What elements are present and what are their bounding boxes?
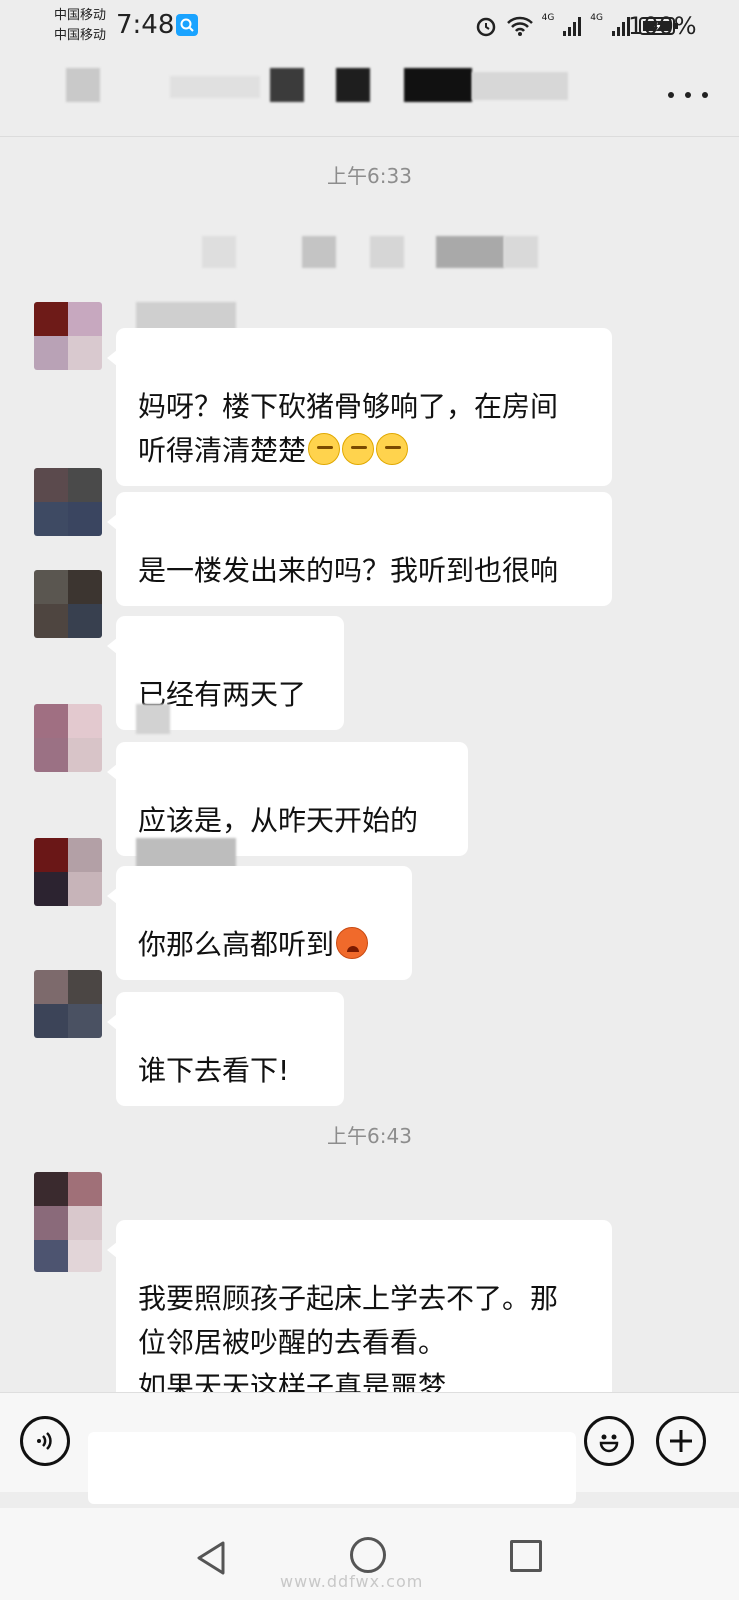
message-timestamp: 上午6:43 [327,1124,412,1148]
message-text: 谁下去看下! [138,1054,290,1087]
voice-icon [37,1432,52,1450]
voice-input-button[interactable] [20,1416,70,1466]
wifi-icon [506,16,533,36]
censored-title-part [270,68,304,102]
watermark: www.ddfwx.com [280,1572,424,1591]
avatar[interactable] [34,838,102,906]
censored-title-part [170,76,260,98]
header-divider [0,136,739,137]
message-bubble[interactable]: 谁下去看下! [107,992,344,1106]
censored-back-area[interactable] [66,68,100,102]
censored-title-part [472,72,568,100]
add-button[interactable] [656,1416,706,1466]
more-dot-icon [668,92,674,98]
sweat-emoji [342,433,375,465]
carrier-1: 中国移动 [54,8,107,23]
hot-face-emoji [336,927,369,959]
signal-icon-1 [563,17,582,36]
message-text: 是一楼发出来的吗？我听到也很响 [138,554,559,587]
message-bubble[interactable]: 你那么高都听到 [107,866,412,980]
sweat-emoji [308,433,341,465]
search-app-icon [176,14,198,36]
avatar[interactable] [34,570,102,638]
message-timestamp: 上午6:33 [327,164,412,188]
carrier-2: 中国移动 [54,28,107,43]
nav-back-icon[interactable] [195,1540,227,1576]
avatar[interactable] [34,970,102,1038]
more-dot-icon [685,92,691,98]
plus-icon [670,1430,692,1452]
more-dot-icon [702,92,708,98]
emoji-button[interactable] [584,1416,634,1466]
censored-title-part [336,68,370,102]
censored-sender-name [136,704,170,734]
carrier-labels: 中国移动 中国移动 [54,6,106,46]
alarm-icon [476,17,495,37]
avatar[interactable] [34,704,102,772]
message-text: 你那么高都听到 [138,928,335,961]
network-type-1: 4G [541,13,555,23]
message-bubble[interactable]: 妈呀？楼下砍猪骨够响了，在房间 听得清清楚楚 [107,328,612,486]
censored-sender-name [136,838,236,868]
chat-header [0,56,739,136]
status-time: 7:48 [116,10,175,40]
battery-percentage: 100% [628,12,697,40]
smiley-icon [599,1434,619,1453]
message-input[interactable] [88,1432,576,1504]
nav-home-icon[interactable] [350,1537,386,1573]
censored-title-part [404,68,472,102]
sweat-emoji [376,433,409,465]
nav-recents-icon[interactable] [510,1540,542,1572]
message-text: 我要照顾孩子起床上学去不了。那 位邻居被吵醒的去看看。 如果天天这样子真是噩梦 [138,1282,559,1403]
avatar[interactable] [34,1172,102,1272]
more-options-button[interactable] [668,82,708,108]
message-bubble[interactable]: 是一楼发出来的吗？我听到也很响 [107,492,612,606]
avatar[interactable] [34,302,102,370]
network-type-2: 4G [590,13,603,23]
avatar[interactable] [34,468,102,536]
status-bar: 中国移动 中国移动 7:48 4G 4G 100% [0,0,739,56]
message-text: 应该是，从昨天开始的 [138,804,419,837]
